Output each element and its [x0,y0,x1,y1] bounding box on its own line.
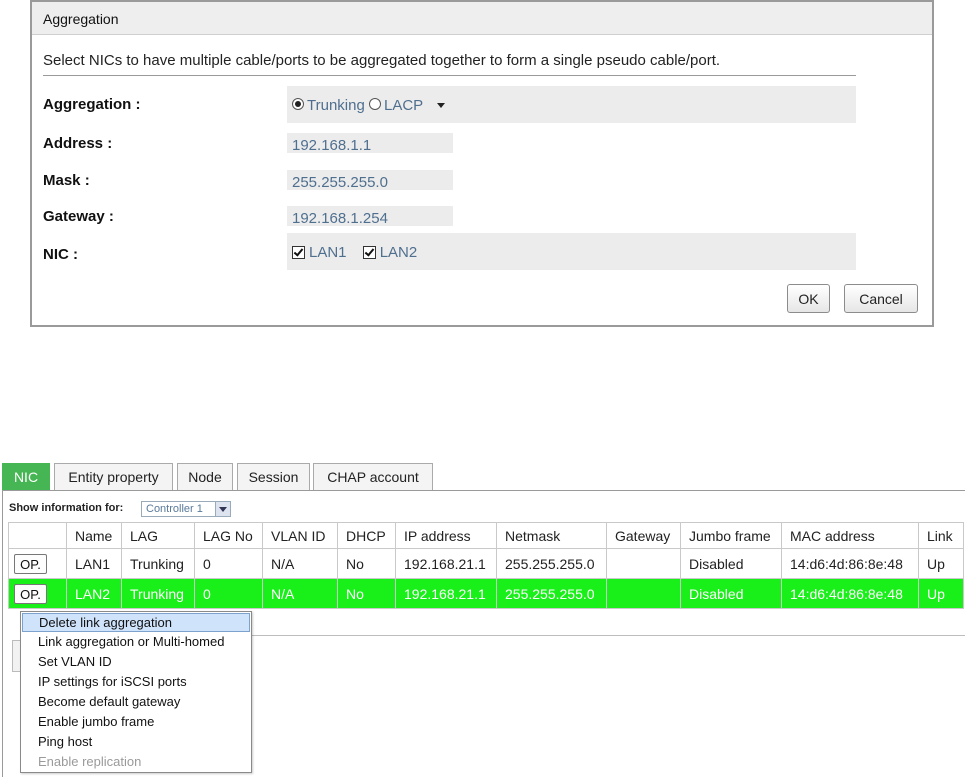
name-cell: LAN2 [66,578,122,609]
dialog-divider [43,75,856,76]
menu-item-default-gateway[interactable]: Become default gateway [22,692,250,711]
lan2-checkbox-label[interactable]: LAN2 [380,244,418,261]
op-button[interactable]: OP. [14,553,47,574]
op-button[interactable]: OP. [14,583,47,604]
menu-item-enable-jumbo-frame[interactable]: Enable jumbo frame [22,712,250,731]
menu-item-set-vlan-id[interactable]: Set VLAN ID [22,652,250,671]
ip-address-cell: 192.168.21.1 [395,548,497,579]
lag-no-cell: 0 [194,578,263,609]
op-cell: OP. [8,578,67,609]
address-field[interactable]: 192.168.1.1 [287,133,453,154]
gateway-label: Gateway : [43,208,114,225]
mask-field[interactable]: 255.255.255.0 [287,170,453,191]
lan2-checkbox[interactable] [362,245,376,259]
op-context-menu: Delete link aggregation Link aggregation… [20,611,252,773]
jumbo-frame-cell: Disabled [680,578,782,609]
controller-select[interactable]: Controller 1 [141,501,231,517]
trunking-radio-label[interactable]: Trunking [307,97,365,114]
ok-button[interactable]: OK [787,284,830,313]
lag-cell: Trunking [121,578,195,609]
menu-item-ping-host[interactable]: Ping host [22,732,250,751]
column-header-netmask: Netmask [496,522,607,549]
column-header-vlan-id: VLAN ID [262,522,338,549]
link-cell: Up [918,548,964,579]
nic-label: NIC : [43,246,78,263]
menu-item-ip-settings[interactable]: IP settings for iSCSI ports [22,672,250,691]
nic-selection-field: LAN1 LAN2 [287,233,856,270]
lan1-checkbox-label[interactable]: LAN1 [309,244,347,261]
aggregation-mode-field: Trunking LACP [287,86,856,123]
ip-address-cell: 192.168.21.1 [395,578,497,609]
column-header-gateway: Gateway [606,522,681,549]
table-row[interactable]: OP. LAN1 Trunking 0 N/A No 192.168.21.1 … [8,548,964,579]
name-cell: LAN1 [66,548,122,579]
op-cell: OP. [8,548,67,579]
dialog-title: Aggregation [32,2,932,35]
table-header-row: Name LAG LAG No VLAN ID DHCP IP address … [8,522,964,549]
chevron-down-icon[interactable] [437,102,446,108]
dhcp-cell: No [337,578,396,609]
lag-cell: Trunking [121,548,195,579]
mac-address-cell: 14:d6:4d:86:8e:48 [781,548,919,579]
netmask-cell: 255.255.255.0 [496,578,607,609]
tab-nic[interactable]: NIC [2,463,50,490]
column-header-lag: LAG [121,522,195,549]
menu-item-link-aggregation[interactable]: Link aggregation or Multi-homed [22,632,250,651]
lacp-radio[interactable] [368,98,381,111]
column-header-lag-no: LAG No [194,522,263,549]
column-header-jumbo-frame: Jumbo frame [680,522,782,549]
column-header-op [8,522,67,549]
controller-select-value: Controller 1 [146,503,203,515]
aggregation-dialog: Aggregation Select NICs to have multiple… [30,0,934,327]
column-header-dhcp: DHCP [337,522,396,549]
chevron-down-icon[interactable] [215,502,230,516]
gateway-field[interactable]: 192.168.1.254 [287,206,453,227]
gateway-cell [606,578,681,609]
mac-address-cell: 14:d6:4d:86:8e:48 [781,578,919,609]
aggregation-label: Aggregation : [43,96,141,113]
column-header-link: Link [918,522,964,549]
show-info-label: Show information for: [9,502,124,514]
dhcp-cell: No [337,548,396,579]
menu-item-delete-link-aggregation[interactable]: Delete link aggregation [22,613,250,632]
column-header-name: Name [66,522,122,549]
jumbo-frame-cell: Disabled [680,548,782,579]
address-label: Address : [43,135,113,152]
column-header-ip-address: IP address [395,522,497,549]
lacp-radio-label[interactable]: LACP [384,97,423,114]
cancel-button[interactable]: Cancel [844,284,918,313]
dialog-description: Select NICs to have multiple cable/ports… [43,52,721,69]
tab-bar: NIC Entity property Node Session CHAP ac… [2,463,965,490]
nic-table: Name LAG LAG No VLAN ID DHCP IP address … [8,522,964,609]
tab-entity-property[interactable]: Entity property [54,463,173,490]
vlan-id-cell: N/A [262,548,338,579]
gateway-cell [606,548,681,579]
link-cell: Up [918,578,964,609]
table-row-selected[interactable]: OP. LAN2 Trunking 0 N/A No 192.168.21.1 … [8,578,964,609]
trunking-radio[interactable] [292,98,304,111]
netmask-cell: 255.255.255.0 [496,548,607,579]
lag-no-cell: 0 [194,548,263,579]
lan1-checkbox[interactable] [292,245,305,259]
column-header-mac-address: MAC address [781,522,919,549]
tab-node[interactable]: Node [177,463,233,490]
tab-chap-account[interactable]: CHAP account [313,463,433,490]
menu-item-enable-replication: Enable replication [38,754,142,769]
mask-label: Mask : [43,172,90,189]
vlan-id-cell: N/A [262,578,338,609]
panel-divider [250,635,965,636]
tab-session[interactable]: Session [237,463,310,490]
